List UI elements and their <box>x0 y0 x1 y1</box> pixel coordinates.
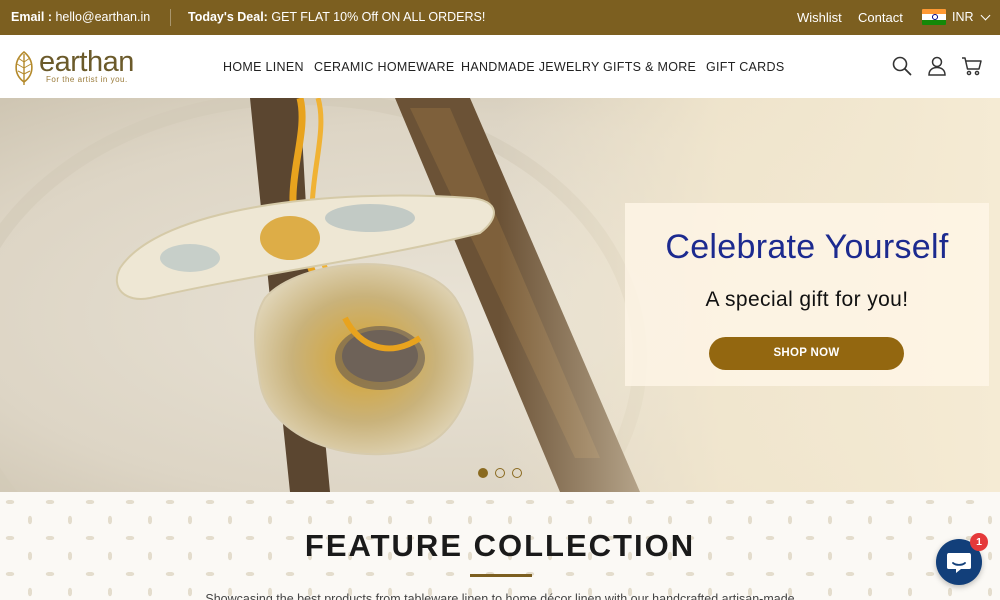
deal-label: Today's Deal: <box>188 10 268 24</box>
wishlist-link[interactable]: Wishlist <box>797 10 842 25</box>
email-contact[interactable]: Email : hello@earthan.in <box>11 10 150 24</box>
divider <box>170 9 171 26</box>
deal-text: GET FLAT 10% Off ON ALL ORDERS! <box>271 10 486 24</box>
hero-subtitle: A special gift for you! <box>705 288 909 311</box>
slider-pagination <box>478 468 522 478</box>
slide-dot-3[interactable] <box>512 468 522 478</box>
nav-item-ceramic-homeware[interactable]: CERAMIC HOMEWARE <box>314 60 454 74</box>
feature-collection-section: FEATURE COLLECTION Showcasing the best p… <box>0 492 1000 600</box>
title-underline <box>470 574 532 577</box>
account-icon[interactable] <box>926 55 948 77</box>
hero-slider[interactable]: Celebrate Yourself A special gift for yo… <box>0 98 1000 492</box>
email-label: Email : <box>11 10 52 24</box>
slide-dot-2[interactable] <box>495 468 505 478</box>
deal-banner: Today's Deal: GET FLAT 10% Off ON ALL OR… <box>188 10 485 24</box>
cart-icon[interactable] <box>961 55 983 77</box>
nav-item-gift-cards[interactable]: GIFT CARDS <box>706 60 784 74</box>
currency-selector[interactable]: INR <box>922 9 990 25</box>
india-flag-icon <box>922 9 946 25</box>
email-value[interactable]: hello@earthan.in <box>55 10 150 24</box>
search-icon[interactable] <box>891 55 913 77</box>
hero-title: Celebrate Yourself <box>665 228 949 266</box>
nav-item-gifts-more[interactable]: GIFTS & MORE <box>603 60 696 74</box>
contact-link[interactable]: Contact <box>858 10 903 25</box>
main-nav: HOME LINEN CERAMIC HOMEWARE HANDMADE JEW… <box>0 60 1000 76</box>
site-header: earthan For the artist in you. HOME LINE… <box>0 35 1000 98</box>
shop-now-button[interactable]: SHOP NOW <box>709 337 904 370</box>
chat-widget-button[interactable]: 1 <box>936 533 988 585</box>
section-title: FEATURE COLLECTION <box>304 528 696 563</box>
nav-item-handmade-jewelry[interactable]: HANDMADE JEWELRY <box>461 60 600 74</box>
section-description: Showcasing the best products from tablew… <box>205 592 795 600</box>
nav-item-home-linen[interactable]: HOME LINEN <box>223 60 304 74</box>
notification-badge: 1 <box>970 533 988 551</box>
chevron-down-icon <box>980 10 990 20</box>
promo-card: Celebrate Yourself A special gift for yo… <box>625 203 989 386</box>
announcement-bar: Email : hello@earthan.in Today's Deal: G… <box>0 0 1000 35</box>
logo-tagline: For the artist in you. <box>46 75 128 84</box>
slide-dot-1[interactable] <box>478 468 488 478</box>
currency-code: INR <box>952 10 974 24</box>
